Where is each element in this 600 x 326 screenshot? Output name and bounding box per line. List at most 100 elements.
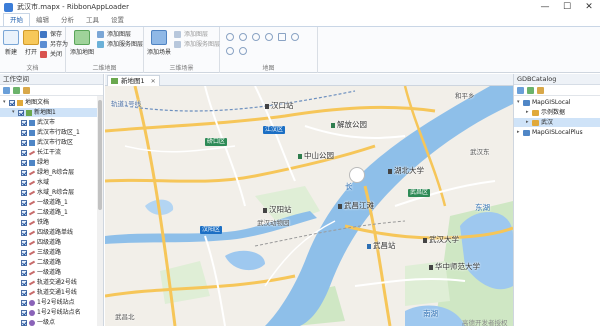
new-map-icon[interactable] <box>3 87 10 94</box>
visibility-checkbox[interactable] <box>21 249 27 256</box>
visibility-checkbox[interactable] <box>18 109 24 116</box>
group-scene3d: 添加场景 添加图层 添加服务图层 三维场景 <box>144 27 220 73</box>
layer-tree-item[interactable]: 三级道路 <box>0 248 97 257</box>
layer-tree-item[interactable]: 轨道交通2号线 <box>0 278 97 287</box>
visibility-checkbox[interactable] <box>21 119 27 126</box>
visibility-checkbox[interactable] <box>21 289 27 296</box>
group-document: 新建 打开 保存 另存为 关闭 文档 <box>0 27 68 73</box>
add-service-layer-3d-button[interactable]: 添加服务图层 <box>174 40 220 49</box>
layer-tree-item[interactable]: 一级道路 <box>0 268 97 277</box>
visibility-checkbox[interactable] <box>21 159 27 166</box>
full-extent-icon[interactable] <box>265 33 273 41</box>
new-button[interactable]: 新建 <box>1 30 21 56</box>
layer-tree-item[interactable]: 绿地_R综合层 <box>0 168 97 177</box>
refresh-icon[interactable] <box>527 87 534 94</box>
layer-tree-item[interactable]: 长江干流 <box>0 148 97 157</box>
open-button[interactable]: 打开 <box>21 30 41 56</box>
visibility-checkbox[interactable] <box>21 219 27 226</box>
layer-name: 水域_R综合层 <box>37 189 75 196</box>
maximize-icon[interactable]: ☐ <box>556 0 578 14</box>
tab-analysis[interactable]: 分析 <box>55 14 80 26</box>
visibility-checkbox[interactable] <box>21 189 27 196</box>
close-doc-button[interactable]: 关闭 <box>40 50 62 59</box>
tab-start[interactable]: 开始 <box>3 13 30 26</box>
visibility-checkbox[interactable] <box>21 209 27 216</box>
visibility-checkbox[interactable] <box>21 139 27 146</box>
moon-lake <box>225 250 265 271</box>
window-titlebar: 武汉市.mapx - RibbonAppLoader — ☐ ✕ <box>0 0 600 14</box>
minimize-icon[interactable]: — <box>534 0 556 14</box>
visibility-checkbox[interactable] <box>21 319 27 326</box>
visibility-checkbox[interactable] <box>21 179 27 186</box>
save-as-button[interactable]: 另存为 <box>40 40 68 49</box>
layer-tree-item[interactable]: 水域_R综合层 <box>0 188 97 197</box>
layer-tree-item[interactable]: 二级道路_1 <box>0 208 97 217</box>
actual-size-icon[interactable] <box>278 33 286 41</box>
visibility-checkbox[interactable] <box>21 309 27 316</box>
layer-tree-item[interactable]: ▾ 新地图1 <box>0 108 97 117</box>
layer-tree-item[interactable]: 水域 <box>0 178 97 187</box>
layer-tree-item[interactable]: 四级道路 <box>0 238 97 247</box>
layer-tree-item[interactable]: 1号2号线站点名 <box>0 308 97 317</box>
layer-name: 轨道交通1号线 <box>37 289 77 296</box>
visibility-checkbox[interactable] <box>21 149 27 156</box>
layer-tree-item[interactable]: 一级点 <box>0 318 97 326</box>
catalog-tree-item[interactable]: ▸ 示例数据 <box>514 108 600 117</box>
tab-settings[interactable]: 设置 <box>105 14 130 26</box>
map-document-tab[interactable]: 新地图1 ✕ <box>107 75 160 86</box>
tab-tools[interactable]: 工具 <box>80 14 105 26</box>
tab-edit[interactable]: 编辑 <box>30 14 55 26</box>
connect-icon[interactable] <box>517 87 524 94</box>
visibility-checkbox[interactable] <box>21 129 27 136</box>
add-layer-3d-label: 添加图层 <box>184 31 209 38</box>
layer-name: 地图文档 <box>25 99 50 106</box>
layer-tree-item[interactable]: 铁路 <box>0 218 97 227</box>
layer-tree-item[interactable]: 二级道路 <box>0 258 97 267</box>
layer-tree-item[interactable]: ▾ 地图文档 <box>0 98 97 107</box>
visibility-checkbox[interactable] <box>21 269 27 276</box>
visibility-checkbox[interactable] <box>21 299 27 306</box>
pan-icon[interactable] <box>252 33 260 41</box>
add-map-button[interactable]: 添加地图 <box>69 30 95 56</box>
layer-tree-item[interactable]: 一级道路_1 <box>0 198 97 207</box>
visibility-checkbox[interactable] <box>21 169 27 176</box>
layer-tree-item[interactable]: 武汉市行政区 <box>0 138 97 147</box>
add-layer-2d-button[interactable]: 添加图层 <box>97 30 131 39</box>
close-icon[interactable]: ✕ <box>578 0 600 14</box>
layer-tree-item[interactable]: 绿地 <box>0 158 97 167</box>
catalog-tree-item[interactable]: ▸ MapGISLocalPlus <box>514 128 600 137</box>
properties-icon[interactable] <box>537 87 544 94</box>
layer-name: 武汉市 <box>37 119 56 126</box>
visibility-checkbox[interactable] <box>21 229 27 236</box>
add-service-layer-2d-button[interactable]: 添加服务图层 <box>97 40 143 49</box>
layer-name: 铁路 <box>37 219 50 226</box>
layer-tree-item[interactable]: 轨道交通1号线 <box>0 288 97 297</box>
save-button[interactable]: 保存 <box>40 30 62 39</box>
visibility-checkbox[interactable] <box>21 239 27 246</box>
add-layer-icon[interactable] <box>13 87 20 94</box>
visibility-checkbox[interactable] <box>21 259 27 266</box>
workspace-scrollbar[interactable] <box>97 96 103 326</box>
next-view-icon[interactable] <box>239 47 247 55</box>
catalog-tree-item[interactable]: ▸ 武汉 <box>514 118 600 127</box>
refresh-icon[interactable] <box>291 33 299 41</box>
add-layer-3d-button[interactable]: 添加图层 <box>174 30 208 39</box>
previous-view-icon[interactable] <box>226 47 234 55</box>
layer-tree-item[interactable]: 武汉市 <box>0 118 97 127</box>
visibility-checkbox[interactable] <box>21 199 27 206</box>
zoom-in-icon[interactable] <box>226 33 234 41</box>
road-secondary-1 <box>204 86 246 207</box>
map-navigation-control[interactable] <box>349 167 365 183</box>
add-scene-button[interactable]: 添加场景 <box>146 30 172 56</box>
heping-label: 和平乡 <box>455 92 475 100</box>
folder-icon[interactable] <box>23 87 30 94</box>
map-view[interactable]: 轨道1号线 汉口站 和平乡 江汉区 解放公园 硚口区 中山公园 湖北大学 长 武… <box>105 86 513 326</box>
zoom-out-icon[interactable] <box>239 33 247 41</box>
layer-tree-item[interactable]: 武汉市行政区_1 <box>0 128 97 137</box>
visibility-checkbox[interactable] <box>21 279 27 286</box>
visibility-checkbox[interactable] <box>9 99 15 106</box>
scrollbar-thumb[interactable] <box>98 100 102 210</box>
layer-tree-item[interactable]: 四级道路单线 <box>0 228 97 237</box>
layer-tree-item[interactable]: 1号2号线站点 <box>0 298 97 307</box>
catalog-tree-item[interactable]: ▾ MapGISLocal <box>514 98 600 107</box>
